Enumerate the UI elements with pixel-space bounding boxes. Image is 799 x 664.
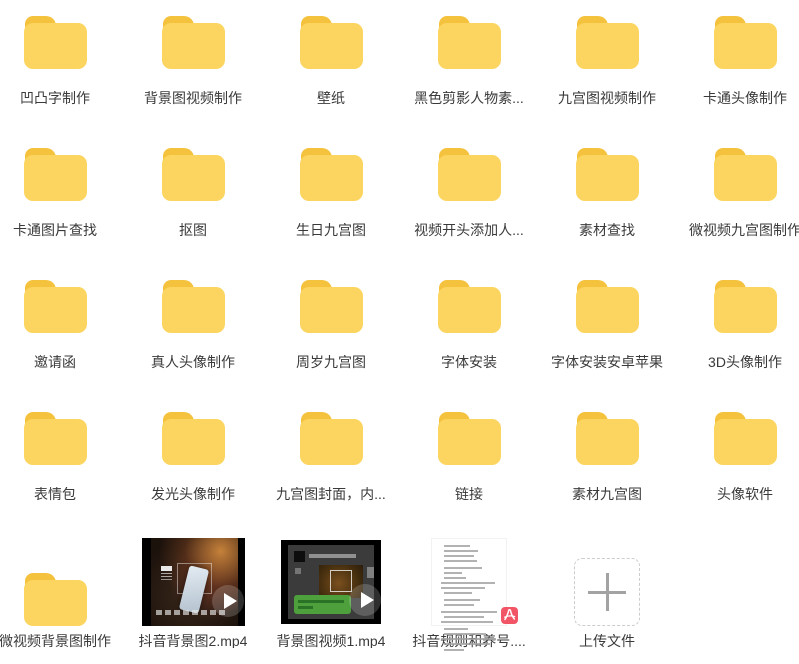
- item-label: 上传文件: [579, 634, 635, 648]
- item-label: 九宫图视频制作: [558, 91, 656, 105]
- folder-item[interactable]: 字体安装: [400, 268, 538, 400]
- folder-item[interactable]: 凹凸字制作: [0, 4, 124, 136]
- folder-icon: [24, 412, 87, 465]
- small-icon: [295, 568, 301, 574]
- document-text-lines: [432, 542, 506, 651]
- video-thumbnail[interactable]: [281, 540, 381, 624]
- folder-icon: [300, 280, 363, 333]
- plus-icon: [588, 573, 626, 611]
- folder-icon: [162, 148, 225, 201]
- folder-icon: [300, 148, 363, 201]
- focus-frame: [330, 570, 352, 592]
- folder-item[interactable]: 表情包: [0, 400, 124, 532]
- folder-item[interactable]: 视频开头添加人...: [400, 136, 538, 268]
- item-label: 背景图视频1.mp4: [277, 634, 386, 648]
- folder-item[interactable]: 微视频背景图制作: [0, 532, 124, 664]
- folder-item[interactable]: 壁纸: [262, 4, 400, 136]
- folder-icon: [24, 148, 87, 201]
- chat-title: [309, 554, 356, 558]
- folder-icon: [438, 148, 501, 201]
- item-label: 凹凸字制作: [20, 91, 90, 105]
- video-item[interactable]: 背景图视频1.mp4: [262, 532, 400, 664]
- chat-bubble: [294, 595, 351, 614]
- folder-item[interactable]: 发光头像制作: [124, 400, 262, 532]
- folder-icon: [714, 148, 777, 201]
- folder-icon: [24, 573, 87, 626]
- pdf-item[interactable]: 抖音规则和养号....: [400, 532, 538, 664]
- item-label: 周岁九宫图: [296, 355, 366, 369]
- folder-icon: [576, 148, 639, 201]
- item-label: 表情包: [34, 487, 76, 501]
- folder-item[interactable]: 素材九宫图: [538, 400, 676, 532]
- folder-item[interactable]: 真人头像制作: [124, 268, 262, 400]
- item-label: 真人头像制作: [151, 355, 235, 369]
- file-grid: 凹凸字制作 背景图视频制作 壁纸 黑色剪影人物素... 九宫图视频制作 卡通头像…: [0, 4, 799, 664]
- folder-item[interactable]: 九宫图视频制作: [538, 4, 676, 136]
- item-label: 素材九宫图: [572, 487, 642, 501]
- folder-icon: [300, 412, 363, 465]
- item-label: 字体安装安卓苹果: [551, 355, 663, 369]
- item-label: 抠图: [179, 223, 207, 237]
- folder-item[interactable]: 黑色剪影人物素...: [400, 4, 538, 136]
- item-label: 邀请函: [34, 355, 76, 369]
- folder-icon: [714, 16, 777, 69]
- item-label: 字体安装: [441, 355, 497, 369]
- video-item[interactable]: 抖音背景图2.mp4: [124, 532, 262, 664]
- item-label: 微视频背景图制作: [0, 634, 111, 648]
- pdf-preview[interactable]: [431, 538, 507, 626]
- folder-icon: [576, 16, 639, 69]
- video-thumbnail[interactable]: [142, 538, 245, 626]
- item-label: 九宫图封面，内...: [276, 487, 386, 501]
- item-label: 壁纸: [317, 91, 345, 105]
- item-label: 卡通头像制作: [703, 91, 787, 105]
- side-thumb: [367, 567, 374, 578]
- folder-icon: [438, 412, 501, 465]
- folder-item[interactable]: 抠图: [124, 136, 262, 268]
- folder-icon: [162, 280, 225, 333]
- folder-item[interactable]: 字体安装安卓苹果: [538, 268, 676, 400]
- upload-dropzone[interactable]: [574, 558, 640, 626]
- folder-item[interactable]: 卡通头像制作: [676, 4, 799, 136]
- folder-item[interactable]: 3D头像制作: [676, 268, 799, 400]
- item-label: 生日九宫图: [296, 223, 366, 237]
- item-label: 头像软件: [717, 487, 773, 501]
- folder-icon: [24, 16, 87, 69]
- item-label: 素材查找: [579, 223, 635, 237]
- folder-icon: [24, 280, 87, 333]
- avatar: [294, 551, 305, 562]
- folder-item[interactable]: 素材查找: [538, 136, 676, 268]
- play-icon[interactable]: [212, 585, 244, 617]
- folder-icon: [714, 412, 777, 465]
- item-label: 3D头像制作: [708, 355, 782, 369]
- play-icon[interactable]: [349, 584, 381, 616]
- folder-icon: [576, 412, 639, 465]
- item-label: 抖音背景图2.mp4: [139, 634, 248, 648]
- folder-item[interactable]: 微视频九宫图制作: [676, 136, 799, 268]
- folder-item[interactable]: 链接: [400, 400, 538, 532]
- folder-item[interactable]: 头像软件: [676, 400, 799, 532]
- item-label: 背景图视频制作: [144, 91, 242, 105]
- folder-item[interactable]: 卡通图片查找: [0, 136, 124, 268]
- upload-item[interactable]: 上传文件: [538, 532, 676, 664]
- folder-icon: [438, 280, 501, 333]
- folder-icon: [714, 280, 777, 333]
- item-label: 视频开头添加人...: [414, 223, 524, 237]
- item-label: 发光头像制作: [151, 487, 235, 501]
- folder-icon: [438, 16, 501, 69]
- item-label: 微视频九宫图制作: [689, 223, 799, 237]
- folder-item[interactable]: 周岁九宫图: [262, 268, 400, 400]
- item-label: 卡通图片查找: [13, 223, 97, 237]
- folder-icon: [576, 280, 639, 333]
- pdf-icon: [501, 607, 518, 624]
- item-label: 黑色剪影人物素...: [414, 91, 524, 105]
- folder-icon: [162, 412, 225, 465]
- folder-item[interactable]: 生日九宫图: [262, 136, 400, 268]
- folder-icon: [300, 16, 363, 69]
- folder-icon: [162, 16, 225, 69]
- folder-item[interactable]: 九宫图封面，内...: [262, 400, 400, 532]
- item-label: 链接: [455, 487, 483, 501]
- folder-item[interactable]: 背景图视频制作: [124, 4, 262, 136]
- folder-item[interactable]: 邀请函: [0, 268, 124, 400]
- watermark: [161, 566, 172, 583]
